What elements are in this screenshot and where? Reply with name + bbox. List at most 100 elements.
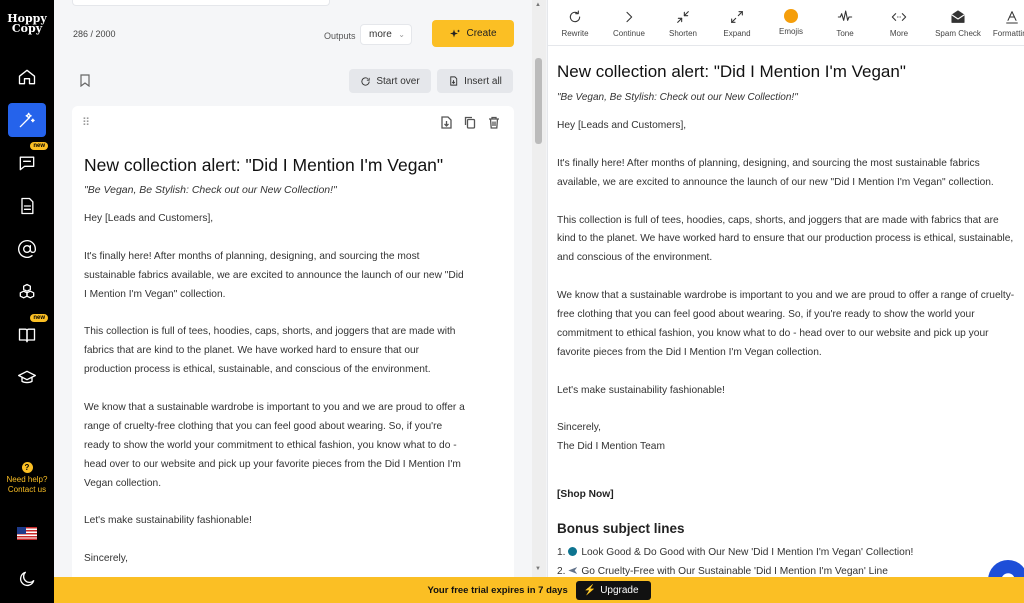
new-badge: new <box>30 314 48 322</box>
tone-label: Tone <box>836 29 854 38</box>
rewrite-button[interactable]: Rewrite <box>548 9 603 38</box>
create-button[interactable]: Create <box>432 20 514 47</box>
bonus-subject-lines-heading: Bonus subject lines <box>557 521 685 536</box>
sidebar-documents[interactable] <box>8 189 46 223</box>
paragraph-1: It's finally here! After months of plann… <box>84 250 464 300</box>
spam-mail-icon <box>951 10 965 23</box>
character-counter: 286 / 2000 <box>73 29 116 39</box>
scrollbar-thumb[interactable] <box>535 58 542 144</box>
preview-signoff: Sincerely, The Did I Mention Team <box>557 419 1015 457</box>
sidebar-library[interactable]: new <box>8 314 48 352</box>
sparkle-icon <box>450 29 461 37</box>
upgrade-label: Upgrade <box>600 584 639 596</box>
sound-wave-icon <box>837 10 853 21</box>
sidebar-chat[interactable]: new <box>8 142 48 180</box>
expand-label: Expand <box>723 29 751 38</box>
emojis-button[interactable]: Emojis <box>763 9 819 36</box>
expand-button[interactable]: Expand <box>709 9 765 38</box>
paragraph-4: Let's make sustainability fashionable! <box>84 515 252 527</box>
insert-file-icon <box>450 76 458 86</box>
scroll-down-arrow-icon[interactable]: ▼ <box>535 566 541 572</box>
code-arrows-icon <box>891 13 907 21</box>
chevron-right-icon <box>626 11 633 23</box>
signoff-line-1: Sincerely, <box>557 422 601 434</box>
rewrite-label: Rewrite <box>561 29 589 38</box>
preview-paragraph-1: It's finally here! After months of plann… <box>557 157 994 188</box>
copy-icon[interactable] <box>464 116 476 129</box>
expand-icon <box>731 11 743 23</box>
preview-paragraph-2: This collection is full of tees, hoodies… <box>557 214 1014 264</box>
outputs-label: Outputs <box>324 31 356 41</box>
shrink-icon <box>677 11 689 23</box>
bonus-line-1-number: 1. <box>557 547 566 558</box>
question-icon: ? <box>21 462 33 473</box>
preview-body: Hey [Leads and Customers], It's finally … <box>557 117 1015 457</box>
home-icon <box>18 69 36 85</box>
more-label: More <box>889 29 909 38</box>
drag-handle-icon[interactable]: ⠿ <box>82 116 90 129</box>
sidebar-magic-write[interactable] <box>8 103 46 137</box>
shorten-button[interactable]: Shorten <box>655 9 711 38</box>
paragraph-3: We know that a sustainable wardrobe is i… <box>84 402 465 489</box>
signoff-line-2: The Did I Mention Team <box>557 441 665 453</box>
graduation-cap-icon <box>18 370 36 384</box>
bonus-line-1: 1. Look Good & Do Good with Our New 'Did… <box>557 547 913 558</box>
dark-mode-toggle[interactable] <box>8 562 46 596</box>
ai-toolbar: Rewrite Continue Shorten Expand Emojis T… <box>548 0 1024 46</box>
formatting-label: Formatting <box>992 29 1024 38</box>
sidebar-home[interactable] <box>8 60 46 94</box>
outputs-select[interactable]: more ⌄ <box>360 24 412 45</box>
upgrade-button[interactable]: ⚡ Upgrade <box>575 580 651 600</box>
continue-button[interactable]: Continue <box>601 9 657 38</box>
bookmark-icon[interactable] <box>80 74 90 87</box>
preview-paragraph-3: We know that a sustainable wardrobe is i… <box>557 290 1015 358</box>
insert-icon[interactable] <box>440 116 452 129</box>
trial-text: Your free trial expires in 7 days <box>427 584 568 596</box>
emojis-label: Emojis <box>778 27 803 36</box>
hoppy-copy-logo[interactable]: Hoppy Copy <box>4 13 50 35</box>
spam-check-label: Spam Check <box>935 29 981 38</box>
output-card: ⠿ New collection alert: "Did I Mention I… <box>72 106 514 577</box>
sidebar-email[interactable] <box>8 232 46 266</box>
refresh-icon <box>361 76 370 86</box>
more-button[interactable]: More <box>871 9 927 38</box>
us-flag-icon[interactable] <box>17 527 37 540</box>
preview-greeting: Hey [Leads and Customers], <box>557 120 687 131</box>
bonus-line-2-number: 2. <box>557 566 566 577</box>
magic-wand-icon <box>19 112 35 128</box>
lightning-icon: ⚡ <box>583 584 597 596</box>
trial-banner: Your free trial expires in 7 days ⚡ Upgr… <box>54 577 1024 603</box>
spam-check-button[interactable]: Spam Check <box>930 9 986 38</box>
book-icon <box>18 328 36 343</box>
bonus-line-2-text: Go Cruelty-Free with Our Sustainable 'Di… <box>581 566 888 577</box>
text-format-icon <box>1006 11 1018 24</box>
scroll-up-arrow-icon[interactable]: ▲ <box>535 2 541 8</box>
logo-line-2: Copy <box>11 22 43 35</box>
bonus-line-2: 2. Go Cruelty-Free with Our Sustainable … <box>557 566 888 577</box>
preview-subtitle: "Be Vegan, Be Stylish: Check out our New… <box>557 92 798 103</box>
sidebar-blocks[interactable] <box>8 275 46 309</box>
help-link[interactable]: ? Need help? Contact us <box>0 462 54 495</box>
preview-panel: Rewrite Continue Shorten Expand Emojis T… <box>547 0 1024 577</box>
preview-paragraph-4: Let's make sustainability fashionable! <box>557 384 725 396</box>
shop-now-link: [Shop Now] <box>557 489 614 500</box>
at-sign-icon <box>18 240 36 258</box>
sidebar-academy[interactable] <box>8 361 46 395</box>
trash-icon[interactable] <box>488 116 500 129</box>
smiley-emoji-icon <box>784 9 798 23</box>
chat-icon <box>19 156 35 171</box>
formatting-button[interactable]: Formatting <box>984 9 1024 38</box>
sidebar: Hoppy Copy new new ? Need help? Contact … <box>0 0 54 603</box>
paragraph-2: This collection is full of tees, hoodies… <box>84 326 456 376</box>
input-box-edge[interactable] <box>72 0 330 6</box>
continue-label: Continue <box>612 29 646 38</box>
insert-all-button[interactable]: Insert all <box>437 69 513 93</box>
globe-emoji-icon <box>568 547 578 556</box>
card-actions <box>440 116 500 129</box>
greeting: Hey [Leads and Customers], <box>84 213 214 224</box>
plane-emoji-icon <box>568 567 578 574</box>
preview-title: New collection alert: "Did I Mention I'm… <box>557 62 906 81</box>
email-title: New collection alert: "Did I Mention I'm… <box>84 155 444 175</box>
tone-button[interactable]: Tone <box>817 9 873 38</box>
start-over-button[interactable]: Start over <box>349 69 431 93</box>
